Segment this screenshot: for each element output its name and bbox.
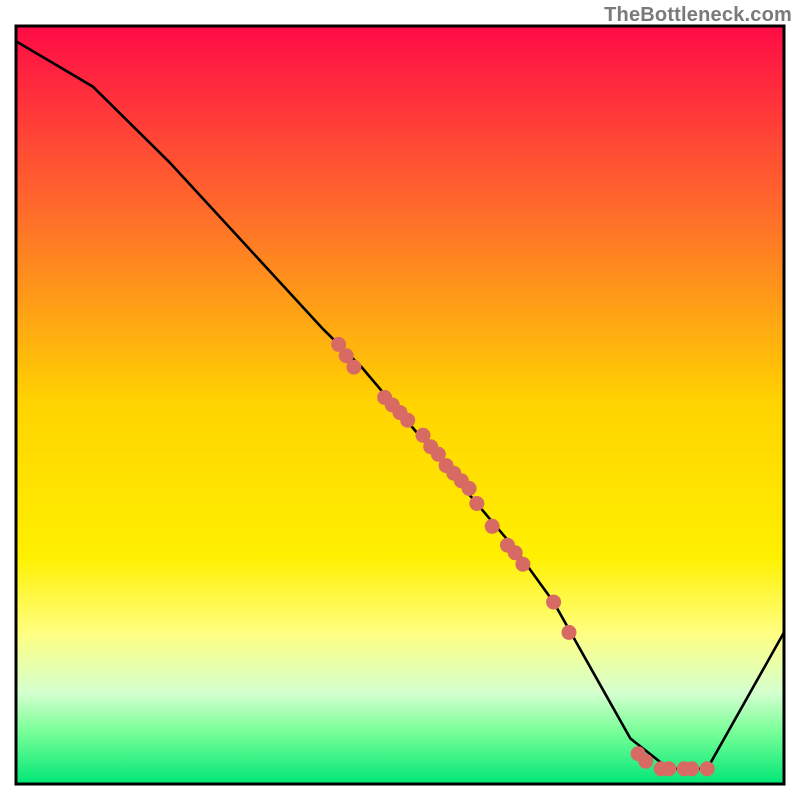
data-point <box>401 413 415 427</box>
chart-container: TheBottleneck.com <box>0 0 800 800</box>
bottleneck-curve-chart <box>0 0 800 800</box>
data-point <box>562 625 576 639</box>
data-point <box>347 360 361 374</box>
data-point <box>470 497 484 511</box>
data-point <box>516 557 530 571</box>
data-point <box>700 762 714 776</box>
data-point <box>685 762 699 776</box>
data-point <box>662 762 676 776</box>
data-point <box>485 519 499 533</box>
data-point <box>462 481 476 495</box>
watermark-label: TheBottleneck.com <box>604 4 792 27</box>
gradient-background <box>16 26 784 784</box>
data-point <box>547 595 561 609</box>
data-point <box>639 754 653 768</box>
